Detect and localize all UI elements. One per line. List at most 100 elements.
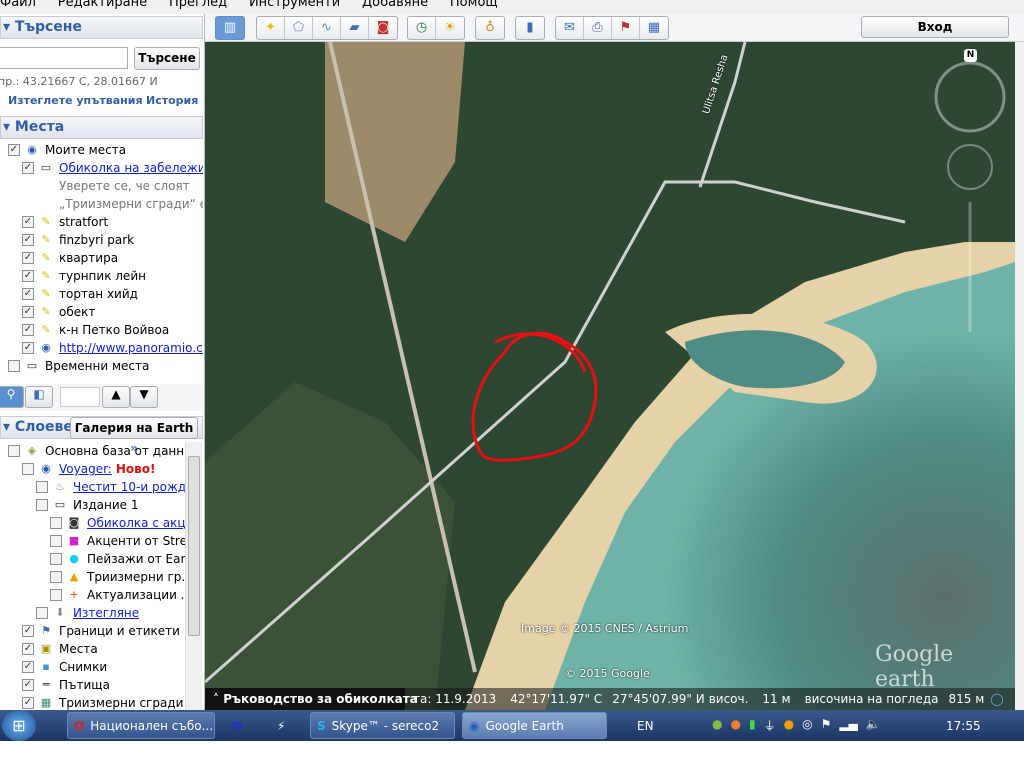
search-panel-header[interactable]: ▾ Търсене <box>0 16 203 39</box>
historical-imagery-button[interactable]: ◷ <box>408 17 436 39</box>
map-view[interactable]: Ulitsa Resha N Image © 2015 CNES / Astri… <box>205 42 1015 710</box>
places-tree-item[interactable]: ▭ Временни места <box>0 357 203 375</box>
print-button[interactable]: ⎙ <box>584 17 612 39</box>
add-overlay-button[interactable]: ▰ <box>341 17 369 39</box>
checkbox[interactable]: ✓ <box>22 679 34 691</box>
history-link[interactable]: История <box>146 94 198 107</box>
checkbox[interactable]: ✓ <box>22 216 34 228</box>
checkbox[interactable] <box>22 463 34 475</box>
layers-tree-item[interactable]: ▭ Издание 1 <box>0 496 185 514</box>
places-tree-item[interactable]: ✓ ✎ тортан хийд <box>0 285 203 303</box>
add-polygon-button[interactable]: ⬠ <box>285 17 313 39</box>
tree-item-label[interactable]: Voyager: <box>59 460 112 478</box>
sunlight-button[interactable]: ☀ <box>436 17 464 39</box>
clock[interactable]: 17:55 <box>946 719 981 733</box>
places-panel-header[interactable]: ▾ Места <box>0 116 203 139</box>
compass-north-button[interactable]: N <box>964 49 977 62</box>
menu-help[interactable]: Помощ <box>450 0 498 10</box>
checkbox[interactable] <box>36 481 48 493</box>
checkbox[interactable] <box>50 571 62 583</box>
sign-in-button[interactable]: Вход <box>861 16 1009 38</box>
panel-toggle-button[interactable]: ◧ <box>25 386 53 408</box>
volume-icon[interactable]: 🔈 <box>866 717 881 734</box>
checkbox[interactable] <box>8 360 20 372</box>
move-down-button[interactable]: ▼ <box>130 386 158 408</box>
checkbox[interactable]: ✓ <box>22 288 34 300</box>
checkbox[interactable] <box>50 535 62 547</box>
tree-item-label[interactable]: Изтегляне <box>73 604 139 622</box>
network-tool-icon[interactable]: ⚙ <box>232 719 243 733</box>
checkbox[interactable] <box>36 607 48 619</box>
layers-tree-item[interactable]: ■ Акценти от Stre... <box>0 532 185 550</box>
language-indicator[interactable]: EN <box>637 719 654 733</box>
places-filter-input[interactable] <box>60 387 100 407</box>
tree-item-label[interactable]: http://www.panoramio.com <box>59 339 203 357</box>
checkbox[interactable]: ✓ <box>22 270 34 282</box>
tray-app-icon[interactable]: ● <box>730 717 740 734</box>
signal-icon[interactable]: ▮ <box>749 717 756 734</box>
checkbox[interactable] <box>36 499 48 511</box>
checkbox[interactable] <box>8 445 20 457</box>
action-center-flag-icon[interactable]: ⚑ <box>821 717 832 734</box>
checkbox[interactable]: ✓ <box>22 252 34 264</box>
maps-button[interactable]: ⚑ <box>612 17 640 39</box>
directions-link[interactable]: Изтеглете упътвания <box>8 94 143 107</box>
menu-tools[interactable]: Инструменти <box>249 0 340 10</box>
taskbar-google-earth[interactable]: ◉ Google Earth <box>462 712 607 739</box>
earth-gallery-button[interactable]: Галерия на Earth » <box>70 417 198 455</box>
places-tree-item[interactable]: ✓ ◉ http://www.panoramio.com <box>0 339 203 357</box>
checkbox[interactable]: ✓ <box>22 342 34 354</box>
sidebar-toggle-button[interactable]: ▥ <box>215 16 245 40</box>
checkbox[interactable]: ✓ <box>22 625 34 637</box>
layers-tree-item[interactable]: ● Пейзажи от Ear... <box>0 550 185 568</box>
tree-item-label[interactable]: Обиколка с акценти <box>87 514 185 532</box>
planet-switch-button[interactable]: ♁ <box>475 16 505 40</box>
checkbox[interactable]: ✓ <box>22 306 34 318</box>
places-tree-item[interactable]: ✓ ◉ Моите места <box>0 141 203 159</box>
tree-item-label[interactable]: Честит 10-и рожден ден <box>73 478 185 496</box>
places-tree-item[interactable]: ✓ ✎ обект <box>0 303 203 321</box>
layers-tree-item[interactable]: ▲ Триизмерни гр... <box>0 568 185 586</box>
layers-tree-item[interactable]: ✓ ▣ Места <box>0 640 185 658</box>
search-places-button[interactable]: ⚲ <box>0 386 24 408</box>
search-input[interactable] <box>0 47 128 69</box>
menu-view[interactable]: Преглед <box>169 0 227 10</box>
search-button[interactable]: Търсене <box>134 47 200 70</box>
places-tree-item[interactable]: ✓ ✎ к-н Петко Войвоа <box>0 321 203 339</box>
tour-guide-button[interactable]: ˄ Ръководство за обиколката <box>205 688 418 710</box>
tree-item-label[interactable]: Обиколка на забележителности <box>59 159 203 177</box>
checkbox[interactable] <box>50 517 62 529</box>
quick-launch-icon[interactable]: ⚡ <box>277 719 285 733</box>
taskbar-opera[interactable]: O Национален събо... <box>67 712 215 739</box>
checkbox[interactable]: ✓ <box>22 661 34 673</box>
scrollbar-thumb[interactable] <box>188 456 200 636</box>
disc-icon[interactable]: ◎ <box>802 717 812 734</box>
record-tour-button[interactable]: ◙ <box>369 17 397 39</box>
checkbox[interactable]: ✓ <box>22 697 34 709</box>
taskbar-skype[interactable]: S Skype™ - sereco2 <box>310 712 455 739</box>
network-bars-icon[interactable]: ▂▄ <box>839 717 857 734</box>
checkbox[interactable] <box>50 553 62 565</box>
menu-file[interactable]: Файл <box>0 0 36 10</box>
move-up-button[interactable]: ▲ <box>102 386 130 408</box>
layers-tree-item[interactable]: ◉ Voyager: Ново! <box>0 460 185 478</box>
usb-icon[interactable]: ⏚ <box>764 717 776 734</box>
tray-orange-icon[interactable]: ● <box>784 717 794 734</box>
menu-edit[interactable]: Редактиране <box>58 0 147 10</box>
places-tree-item[interactable]: ✓ ✎ квартира <box>0 249 203 267</box>
email-button[interactable]: ✉ <box>556 17 584 39</box>
checkbox[interactable]: ✓ <box>22 643 34 655</box>
layers-tree-item[interactable]: ✓ ═ Пътища <box>0 676 185 694</box>
start-button[interactable]: ⊞ <box>2 710 36 741</box>
layers-tree-item[interactable]: ✓ ⚑ Граници и етикети <box>0 622 185 640</box>
layers-tree-item[interactable]: + Актуализации ... <box>0 586 185 604</box>
layers-tree-item[interactable]: ⬇ Изтегляне <box>0 604 185 622</box>
layers-tree-item[interactable]: ✓ ▪ Снимки <box>0 658 185 676</box>
layers-tree-item[interactable]: ◈ Основна база от данни <box>0 442 185 460</box>
checkbox[interactable]: ✓ <box>22 162 34 174</box>
checkbox[interactable] <box>50 589 62 601</box>
add-path-button[interactable]: ∿ <box>313 17 341 39</box>
places-tree-item[interactable]: ✓ ✎ stratfort <box>0 213 203 231</box>
places-tree-item[interactable]: ✓ ✎ finzbyri park <box>0 231 203 249</box>
layers-scrollbar[interactable] <box>185 442 202 710</box>
